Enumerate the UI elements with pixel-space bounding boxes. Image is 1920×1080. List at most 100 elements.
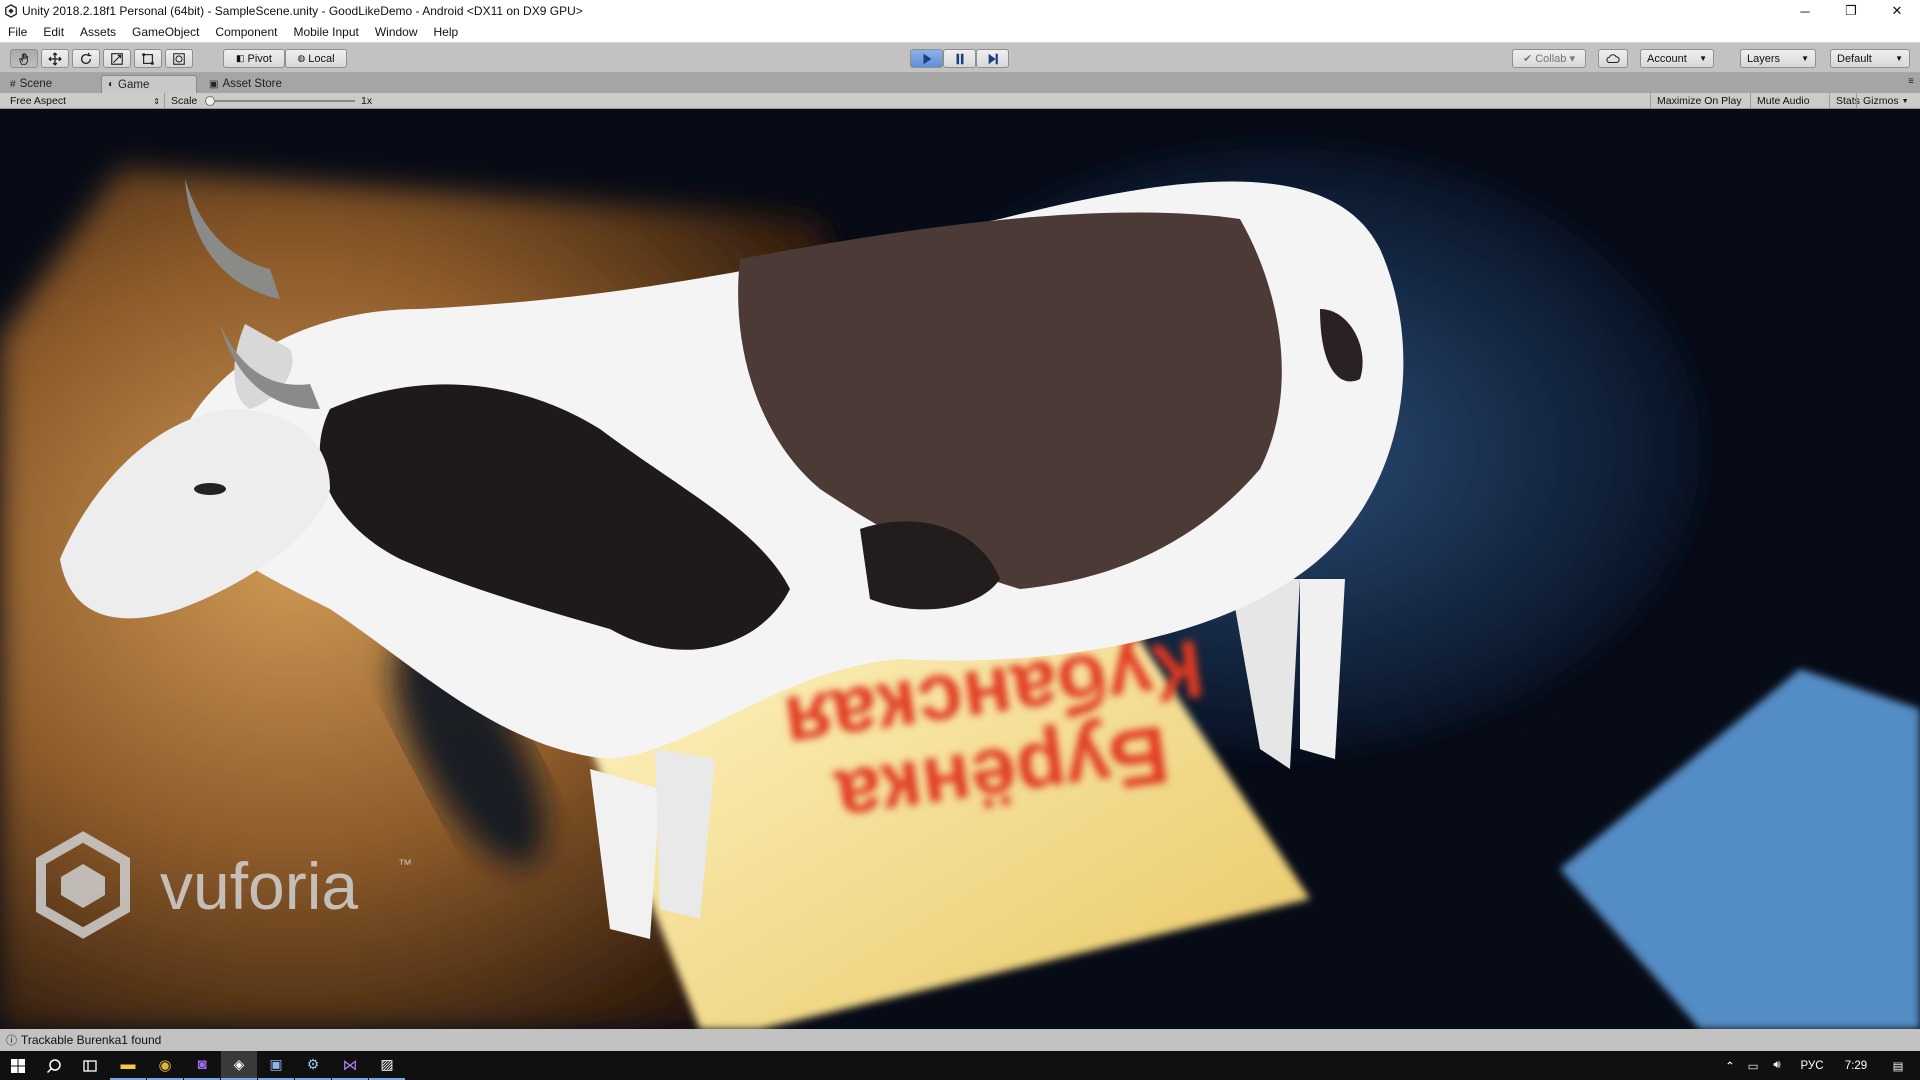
step-button[interactable] <box>976 49 1009 68</box>
play-icon <box>923 53 931 64</box>
gizmos-dropdown[interactable]: Gizmos ▼ <box>1856 93 1915 109</box>
updown-icon: ⇕ <box>153 96 160 106</box>
layers-dropdown[interactable]: Layers ▼ <box>1740 49 1816 68</box>
rotate-tool-button[interactable] <box>72 49 100 68</box>
menu-assets[interactable]: Assets <box>72 25 124 39</box>
tab-game-label: Game <box>118 78 150 91</box>
windows-taskbar: ▬ ◉ ◙ ◈ ▣ ⚙ ⋈ ▨ ⌃ ▭ 🔊︎ РУС 7:29 ▤ <box>0 1051 1920 1080</box>
cloud-button[interactable] <box>1598 49 1628 68</box>
menu-mobile-input[interactable]: Mobile Input <box>285 25 366 39</box>
check-icon: ✔ <box>1523 53 1533 65</box>
chevron-down-icon: ▼ <box>1901 97 1909 105</box>
minimize-button[interactable]: ─ <box>1782 0 1828 22</box>
taskbar-chrome[interactable]: ◉ <box>147 1051 183 1080</box>
unity-logo-icon <box>5 4 17 18</box>
menu-gameobject[interactable]: GameObject <box>124 25 207 39</box>
pivot-icon: ◧ <box>236 53 245 63</box>
status-message: Trackable Burenka1 found <box>21 1033 162 1047</box>
collab-button[interactable]: ✔ Collab ▾ <box>1512 49 1586 68</box>
steam-icon: ⚙ <box>306 1056 320 1072</box>
aspect-label: Free Aspect <box>10 95 67 107</box>
taskbar-unity[interactable]: ◈ <box>221 1051 257 1080</box>
menu-file[interactable]: File <box>0 25 35 39</box>
local-toggle[interactable]: ◍ Local <box>285 49 347 68</box>
rect-tool-button[interactable] <box>134 49 162 68</box>
scale-slider-thumb[interactable] <box>205 96 215 106</box>
pivot-label: Pivot <box>247 52 272 65</box>
hand-tool-button[interactable] <box>10 49 38 68</box>
clock[interactable]: 7:29 <box>1836 1051 1876 1080</box>
local-label: Local <box>308 52 335 65</box>
layout-label: Default <box>1837 52 1872 65</box>
taskbar-file-explorer[interactable]: ▬ <box>110 1051 146 1080</box>
network-icon[interactable]: ▭ <box>1742 1051 1764 1080</box>
notifications-icon[interactable]: ▤ <box>1880 1051 1916 1080</box>
camera-feed-image: Бурёнка Кубанская vuforia ™ <box>0 109 1920 1029</box>
volume-icon[interactable]: 🔊︎ <box>1766 1051 1788 1080</box>
scale-tool-button[interactable] <box>103 49 131 68</box>
taskbar-photos[interactable]: ▨ <box>369 1051 405 1080</box>
menu-bar: File Edit Assets GameObject Component Mo… <box>0 22 1920 43</box>
close-button[interactable]: ✕ <box>1874 0 1920 22</box>
rotate-icon <box>80 52 92 64</box>
taskbar-app-purple[interactable]: ◙ <box>184 1051 220 1080</box>
start-button[interactable] <box>0 1051 36 1080</box>
collab-label: Collab ▾ <box>1535 53 1575 65</box>
bag-icon: ▣ <box>209 78 219 90</box>
tab-game[interactable]: ◐ Game <box>101 75 197 93</box>
task-view-button[interactable] <box>72 1051 108 1080</box>
app-purple-icon: ◙ <box>197 1056 207 1073</box>
chevron-down-icon: ▼ <box>1699 54 1707 63</box>
menu-window[interactable]: Window <box>367 25 426 39</box>
visual-studio-icon: ⋈ <box>342 1056 358 1074</box>
tab-scene[interactable]: # Scene <box>4 75 99 93</box>
restore-button[interactable]: ❐ <box>1828 0 1874 22</box>
mute-audio-toggle[interactable]: Mute Audio <box>1750 93 1816 109</box>
taskbar-app-window[interactable]: ▣ <box>258 1051 294 1080</box>
console-status-bar[interactable]: ⓘ Trackable Burenka1 found <box>0 1029 1920 1051</box>
game-view-bar: Free Aspect ⇕ Scale 1x Maximize On Play … <box>0 93 1920 109</box>
language-indicator[interactable]: РУС <box>1792 1051 1832 1080</box>
scale-slider[interactable] <box>205 93 355 109</box>
info-icon: ⓘ <box>6 1035 17 1047</box>
task-view-icon <box>83 1059 97 1072</box>
tab-menu-icon[interactable]: ≡ <box>1908 76 1914 87</box>
taskbar-visual-studio[interactable]: ⋈ <box>332 1051 368 1080</box>
scale-icon <box>111 52 123 65</box>
cloud-icon <box>1606 53 1620 63</box>
game-viewport[interactable]: Бурёнка Кубанская vuforia ™ <box>0 109 1920 1029</box>
aspect-dropdown[interactable]: Free Aspect ⇕ <box>0 93 165 109</box>
windows-logo-icon <box>11 1058 25 1073</box>
menu-edit[interactable]: Edit <box>35 25 72 39</box>
tab-scene-label: Scene <box>19 78 53 90</box>
taskbar-steam[interactable]: ⚙ <box>295 1051 331 1080</box>
chevron-down-icon: ▼ <box>1895 54 1903 63</box>
menu-component[interactable]: Component <box>207 25 285 39</box>
rect-tool-icon <box>142 52 154 65</box>
move-tool-button[interactable] <box>41 49 69 68</box>
maximize-on-play-toggle[interactable]: Maximize On Play <box>1650 93 1748 109</box>
pause-button[interactable] <box>943 49 976 68</box>
menu-help[interactable]: Help <box>426 25 467 39</box>
search-button[interactable] <box>36 1051 72 1080</box>
vuforia-tm: ™ <box>398 856 412 872</box>
pivot-toggle[interactable]: ◧ Pivot <box>223 49 285 68</box>
scale-label: Scale <box>171 95 198 107</box>
tray-chevron-up-icon[interactable]: ⌃ <box>1720 1051 1740 1080</box>
scale-value: 1x <box>361 95 373 107</box>
tab-asset-store[interactable]: ▣ Asset Store <box>203 75 313 93</box>
folder-icon: ▬ <box>120 1056 136 1073</box>
main-toolbar: ◧ Pivot ◍ Local ✔ Collab ▾ Account ▼ Lay… <box>0 43 1920 73</box>
play-button[interactable] <box>910 49 943 68</box>
account-dropdown[interactable]: Account ▼ <box>1640 49 1714 68</box>
chrome-icon: ◉ <box>158 1056 172 1074</box>
layers-label: Layers <box>1747 52 1781 65</box>
search-icon <box>46 1058 61 1073</box>
grid-icon: # <box>10 78 16 90</box>
move-icon <box>48 51 62 66</box>
transform-tool-button[interactable] <box>165 49 193 68</box>
hand-icon <box>19 52 28 65</box>
account-label: Account <box>1647 52 1687 65</box>
layout-dropdown[interactable]: Default ▼ <box>1830 49 1910 68</box>
pacman-icon: ◐ <box>108 79 115 90</box>
